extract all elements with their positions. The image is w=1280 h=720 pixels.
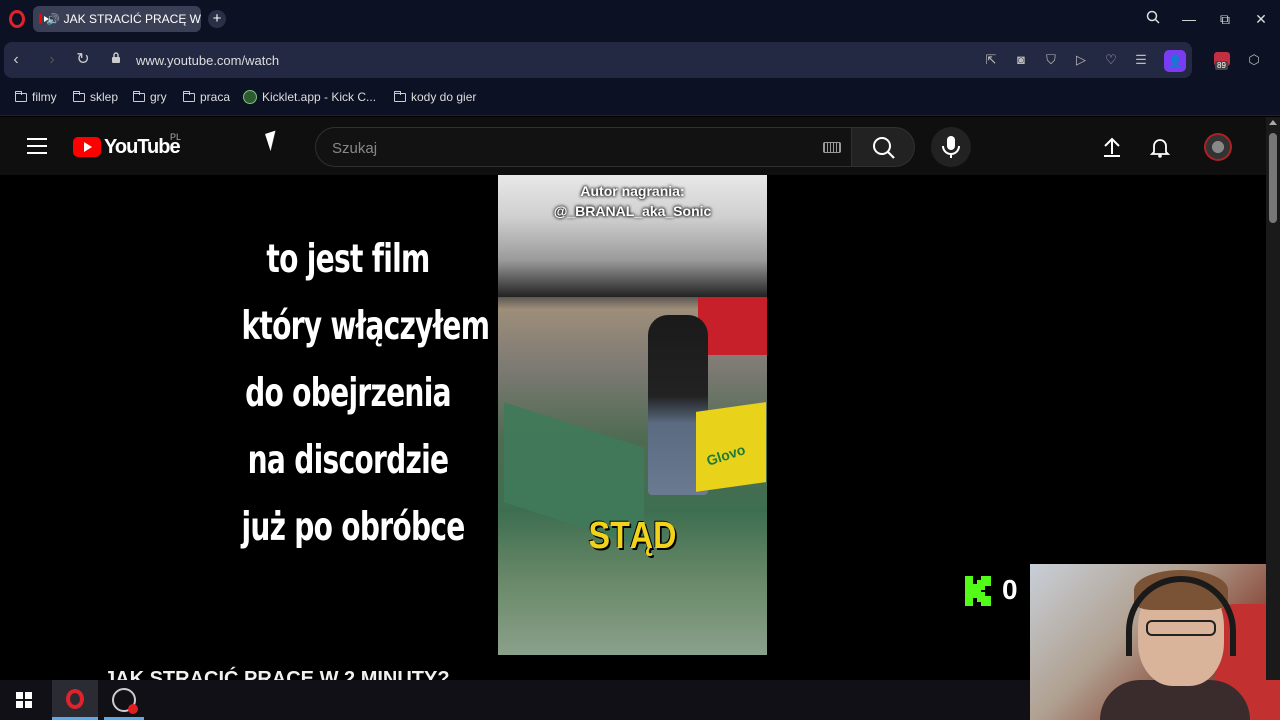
- opera-icon: [66, 689, 84, 709]
- browser-tab[interactable]: 🔊 JAK STRACIĆ PRACĘ W: [33, 6, 201, 32]
- create-upload-icon[interactable]: [1100, 135, 1124, 159]
- url-text[interactable]: www.youtube.com/watch: [136, 53, 279, 68]
- folder-icon: [394, 90, 406, 102]
- send-to-icon[interactable]: ⇱: [983, 52, 999, 68]
- kick-viewer-count: 0: [1002, 574, 1018, 605]
- lock-icon[interactable]: [106, 50, 126, 70]
- search-tabs-icon[interactable]: [1142, 8, 1164, 30]
- bookmark-label: kody do gier: [411, 90, 477, 104]
- clip-author-label: Autor nagrania:: [580, 183, 685, 199]
- notifications-bell-icon[interactable]: [1148, 135, 1172, 159]
- bookmark-filmy[interactable]: filmy: [15, 90, 57, 104]
- overlay-line: na discordzie: [247, 438, 449, 483]
- folder-icon: [73, 90, 85, 102]
- bookmark-heart-icon[interactable]: ♡: [1103, 52, 1119, 68]
- page-scrollbar[interactable]: [1266, 117, 1280, 680]
- address-bar[interactable]: ‹ › ↻ www.youtube.com/watch ⇱ ◙ ⛉ ▷ ♡ ☰ …: [4, 42, 1192, 78]
- search-input[interactable]: [332, 137, 792, 159]
- extensions-cube-icon[interactable]: ⬡: [1246, 52, 1262, 68]
- kick-logo-icon: [965, 576, 991, 606]
- windows-taskbar: [0, 680, 1030, 720]
- kicklet-icon: [243, 90, 257, 104]
- bookmark-gry[interactable]: gry: [133, 90, 167, 104]
- minimize-button[interactable]: —: [1178, 8, 1200, 30]
- overlay-line: który włączyłem: [241, 304, 490, 349]
- overlay-line: to jest film: [266, 237, 430, 282]
- player-play-icon[interactable]: ▷: [1073, 52, 1089, 68]
- overlay-line: już po obróbce: [241, 505, 465, 550]
- youtube-header: YouTube PL: [0, 117, 1266, 175]
- folder-icon: [183, 90, 195, 102]
- youtube-logo-icon[interactable]: [73, 137, 101, 157]
- bookmark-label: praca: [200, 90, 231, 104]
- bookmark-label: sklep: [90, 90, 119, 104]
- youtube-logo-text[interactable]: YouTube: [104, 136, 181, 159]
- back-button[interactable]: ‹: [6, 50, 26, 70]
- extension-badge[interactable]: 89: [1214, 52, 1232, 70]
- account-avatar[interactable]: [1204, 133, 1232, 161]
- folder-icon: [133, 90, 145, 102]
- voice-search-button[interactable]: [931, 127, 971, 167]
- bookmark-kody-do-gier[interactable]: kody do gier: [394, 90, 476, 104]
- clip-author-handle: @_BRANAL_aka_Sonic: [553, 203, 712, 219]
- taskbar-opera[interactable]: [52, 680, 98, 720]
- bookmark-label: Kicklet.app - Kick C...: [262, 90, 377, 104]
- folder-icon: [15, 90, 27, 102]
- clip-red-wall: [698, 297, 767, 355]
- clip-caption: STĄD: [588, 515, 677, 557]
- tab-title: JAK STRACIĆ PRACĘ W: [63, 12, 201, 26]
- opera-menu-icon[interactable]: [9, 10, 25, 28]
- snapshot-camera-icon[interactable]: ◙: [1013, 52, 1029, 68]
- video-overlay-text: to jest film który włączyłem do obejrzen…: [200, 234, 496, 569]
- bookmark-label: filmy: [32, 90, 57, 104]
- reload-button[interactable]: ↻: [73, 50, 93, 70]
- close-window-button[interactable]: ✕: [1250, 8, 1272, 30]
- search-icon: [873, 137, 895, 159]
- keyboard-icon[interactable]: [823, 142, 841, 153]
- hamburger-menu-icon[interactable]: [27, 138, 47, 154]
- scroll-thumb[interactable]: [1269, 133, 1277, 223]
- webcam-overlay: [1030, 564, 1280, 720]
- microphone-icon: [942, 136, 960, 158]
- browser-title-bar: 🔊 JAK STRACIĆ PRACĘ W + — ⧉ ✕: [0, 0, 1280, 40]
- profile-icon[interactable]: 👤: [1164, 50, 1186, 72]
- taskbar-app-icon[interactable]: [112, 688, 138, 714]
- bookmark-praca[interactable]: praca: [183, 90, 230, 104]
- bookmark-label: gry: [150, 90, 167, 104]
- webcam-body: [1100, 680, 1250, 720]
- embedded-vertical-clip: Autor nagrania: @_BRANAL_aka_Sonic Glovo…: [498, 175, 767, 655]
- easy-setup-menu-icon[interactable]: ☰: [1133, 52, 1149, 68]
- windows-start-icon[interactable]: [16, 692, 32, 708]
- search-button[interactable]: [851, 127, 915, 167]
- country-code: PL: [170, 132, 182, 142]
- bookmarks-bar: filmy sklep gry praca Kicklet.app - Kick…: [0, 80, 1280, 116]
- search-box[interactable]: [315, 127, 852, 167]
- new-tab-button[interactable]: +: [208, 10, 226, 28]
- youtube-favicon-icon: [39, 14, 49, 24]
- scroll-up-arrow-icon[interactable]: [1269, 120, 1277, 125]
- bookmark-sklep[interactable]: sklep: [73, 90, 118, 104]
- bookmark-kicklet[interactable]: Kicklet.app - Kick C...: [243, 90, 376, 104]
- extension-badge-count: 89: [1215, 61, 1228, 70]
- recording-dot-icon: [128, 704, 138, 714]
- restore-button[interactable]: ⧉: [1214, 8, 1236, 30]
- overlay-line: do obejrzenia: [245, 371, 451, 416]
- forward-button[interactable]: ›: [42, 50, 62, 70]
- address-bar-row: ‹ › ↻ www.youtube.com/watch ⇱ ◙ ⛉ ▷ ♡ ☰ …: [0, 40, 1280, 112]
- adblock-shield-icon[interactable]: ⛉: [1043, 52, 1059, 68]
